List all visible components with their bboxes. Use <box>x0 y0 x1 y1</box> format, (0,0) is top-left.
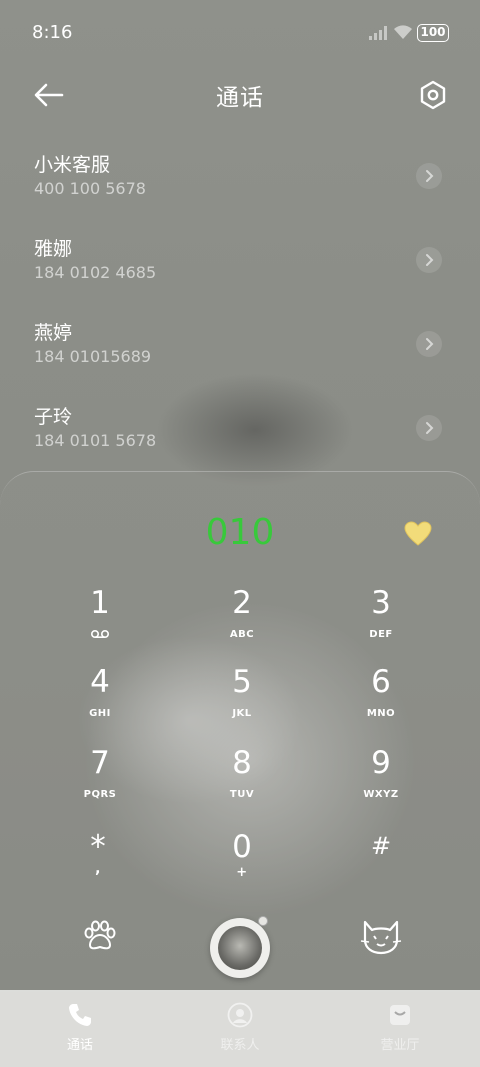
details-chevron-icon[interactable] <box>416 415 442 441</box>
key-digit: 5 <box>232 664 252 700</box>
key-star[interactable]: * , <box>43 829 153 901</box>
bottom-tab-bar: 通话 联系人 营业厅 <box>0 990 480 1067</box>
key-7[interactable]: 7 PQRS <box>45 745 155 817</box>
wifi-icon <box>394 25 412 39</box>
key-digit: 3 <box>371 585 391 621</box>
store-icon <box>390 1005 410 1025</box>
key-8[interactable]: 8 TUV <box>187 745 297 817</box>
battery-indicator: 100 <box>417 24 449 42</box>
signal-icon <box>369 26 387 40</box>
paw-icon[interactable] <box>82 918 118 954</box>
key-letters: PQRS <box>83 789 117 800</box>
contact-number: 400 100 5678 <box>34 179 146 198</box>
key-digit: 1 <box>90 585 110 621</box>
key-digit: 8 <box>232 745 252 781</box>
key-letters: GHI <box>89 708 111 719</box>
tab-label: 营业厅 <box>380 1038 420 1053</box>
tab-store[interactable]: 营业厅 <box>320 990 480 1067</box>
key-letters: DEF <box>369 629 393 640</box>
recent-call-item[interactable]: 雅娜 184 0102 4685 <box>0 224 480 308</box>
key-0[interactable]: 0 + <box>187 829 297 901</box>
key-digit: * <box>90 829 106 865</box>
tab-calls[interactable]: 通话 <box>0 990 160 1067</box>
call-button-dot <box>258 916 268 926</box>
key-digit: # <box>370 832 392 860</box>
call-button[interactable] <box>210 916 270 978</box>
key-letters: TUV <box>229 789 255 800</box>
key-2[interactable]: 2 ABC <box>187 585 297 657</box>
phone-icon <box>69 1004 91 1026</box>
key-digit: 0 <box>232 829 252 865</box>
tab-contacts[interactable]: 联系人 <box>160 990 320 1067</box>
contact-number: 184 0101 5678 <box>34 431 157 450</box>
status-bar: 8:16 100 <box>0 0 480 68</box>
recent-call-item[interactable]: 小米客服 400 100 5678 <box>0 140 480 224</box>
key-digit: 7 <box>90 745 110 781</box>
key-letters: , <box>95 861 101 877</box>
phone-screen: 8:16 100 通话 小米客服 400 100 5678 雅娜 184 010… <box>0 0 480 1067</box>
key-5[interactable]: 5 JKL <box>187 664 297 736</box>
contact-name: 小米客服 <box>34 154 111 176</box>
details-chevron-icon[interactable] <box>416 163 442 189</box>
contacts-icon <box>227 1002 253 1028</box>
voicemail-icon <box>90 629 110 639</box>
key-letters: + <box>236 865 248 880</box>
key-letters: JKL <box>232 708 252 719</box>
cat-face-icon[interactable] <box>360 916 402 956</box>
key-letters: WXYZ <box>363 789 399 800</box>
details-chevron-icon[interactable] <box>416 331 442 357</box>
key-letters: ABC <box>229 629 255 640</box>
key-6[interactable]: 6 MNO <box>326 664 436 736</box>
cat-avatar <box>218 926 262 970</box>
key-1[interactable]: 1 <box>45 585 155 657</box>
contact-name: 子玲 <box>34 406 73 428</box>
key-digit: 6 <box>371 664 391 700</box>
tab-label: 联系人 <box>220 1038 260 1053</box>
key-digit: 9 <box>371 745 391 781</box>
key-letters: MNO <box>366 708 396 719</box>
contact-number: 184 01015689 <box>34 347 152 366</box>
tab-label: 通话 <box>66 1038 93 1053</box>
key-digit: 4 <box>90 664 110 700</box>
key-4[interactable]: 4 GHI <box>45 664 155 736</box>
page-title: 通话 <box>216 85 264 111</box>
recent-call-item[interactable]: 燕婷 184 01015689 <box>0 308 480 392</box>
key-9[interactable]: 9 WXYZ <box>326 745 436 817</box>
contact-name: 燕婷 <box>34 322 73 344</box>
settings-icon[interactable] <box>417 78 449 112</box>
recent-call-item[interactable]: 子玲 184 0101 5678 <box>0 392 480 476</box>
key-hash[interactable]: # <box>326 829 436 901</box>
contact-number: 184 0102 4685 <box>34 263 157 282</box>
details-chevron-icon[interactable] <box>416 247 442 273</box>
contact-name: 雅娜 <box>34 238 73 260</box>
status-time: 8:16 <box>32 22 73 43</box>
heart-icon[interactable] <box>404 521 432 547</box>
key-3[interactable]: 3 DEF <box>326 585 436 657</box>
key-digit: 2 <box>232 585 252 621</box>
